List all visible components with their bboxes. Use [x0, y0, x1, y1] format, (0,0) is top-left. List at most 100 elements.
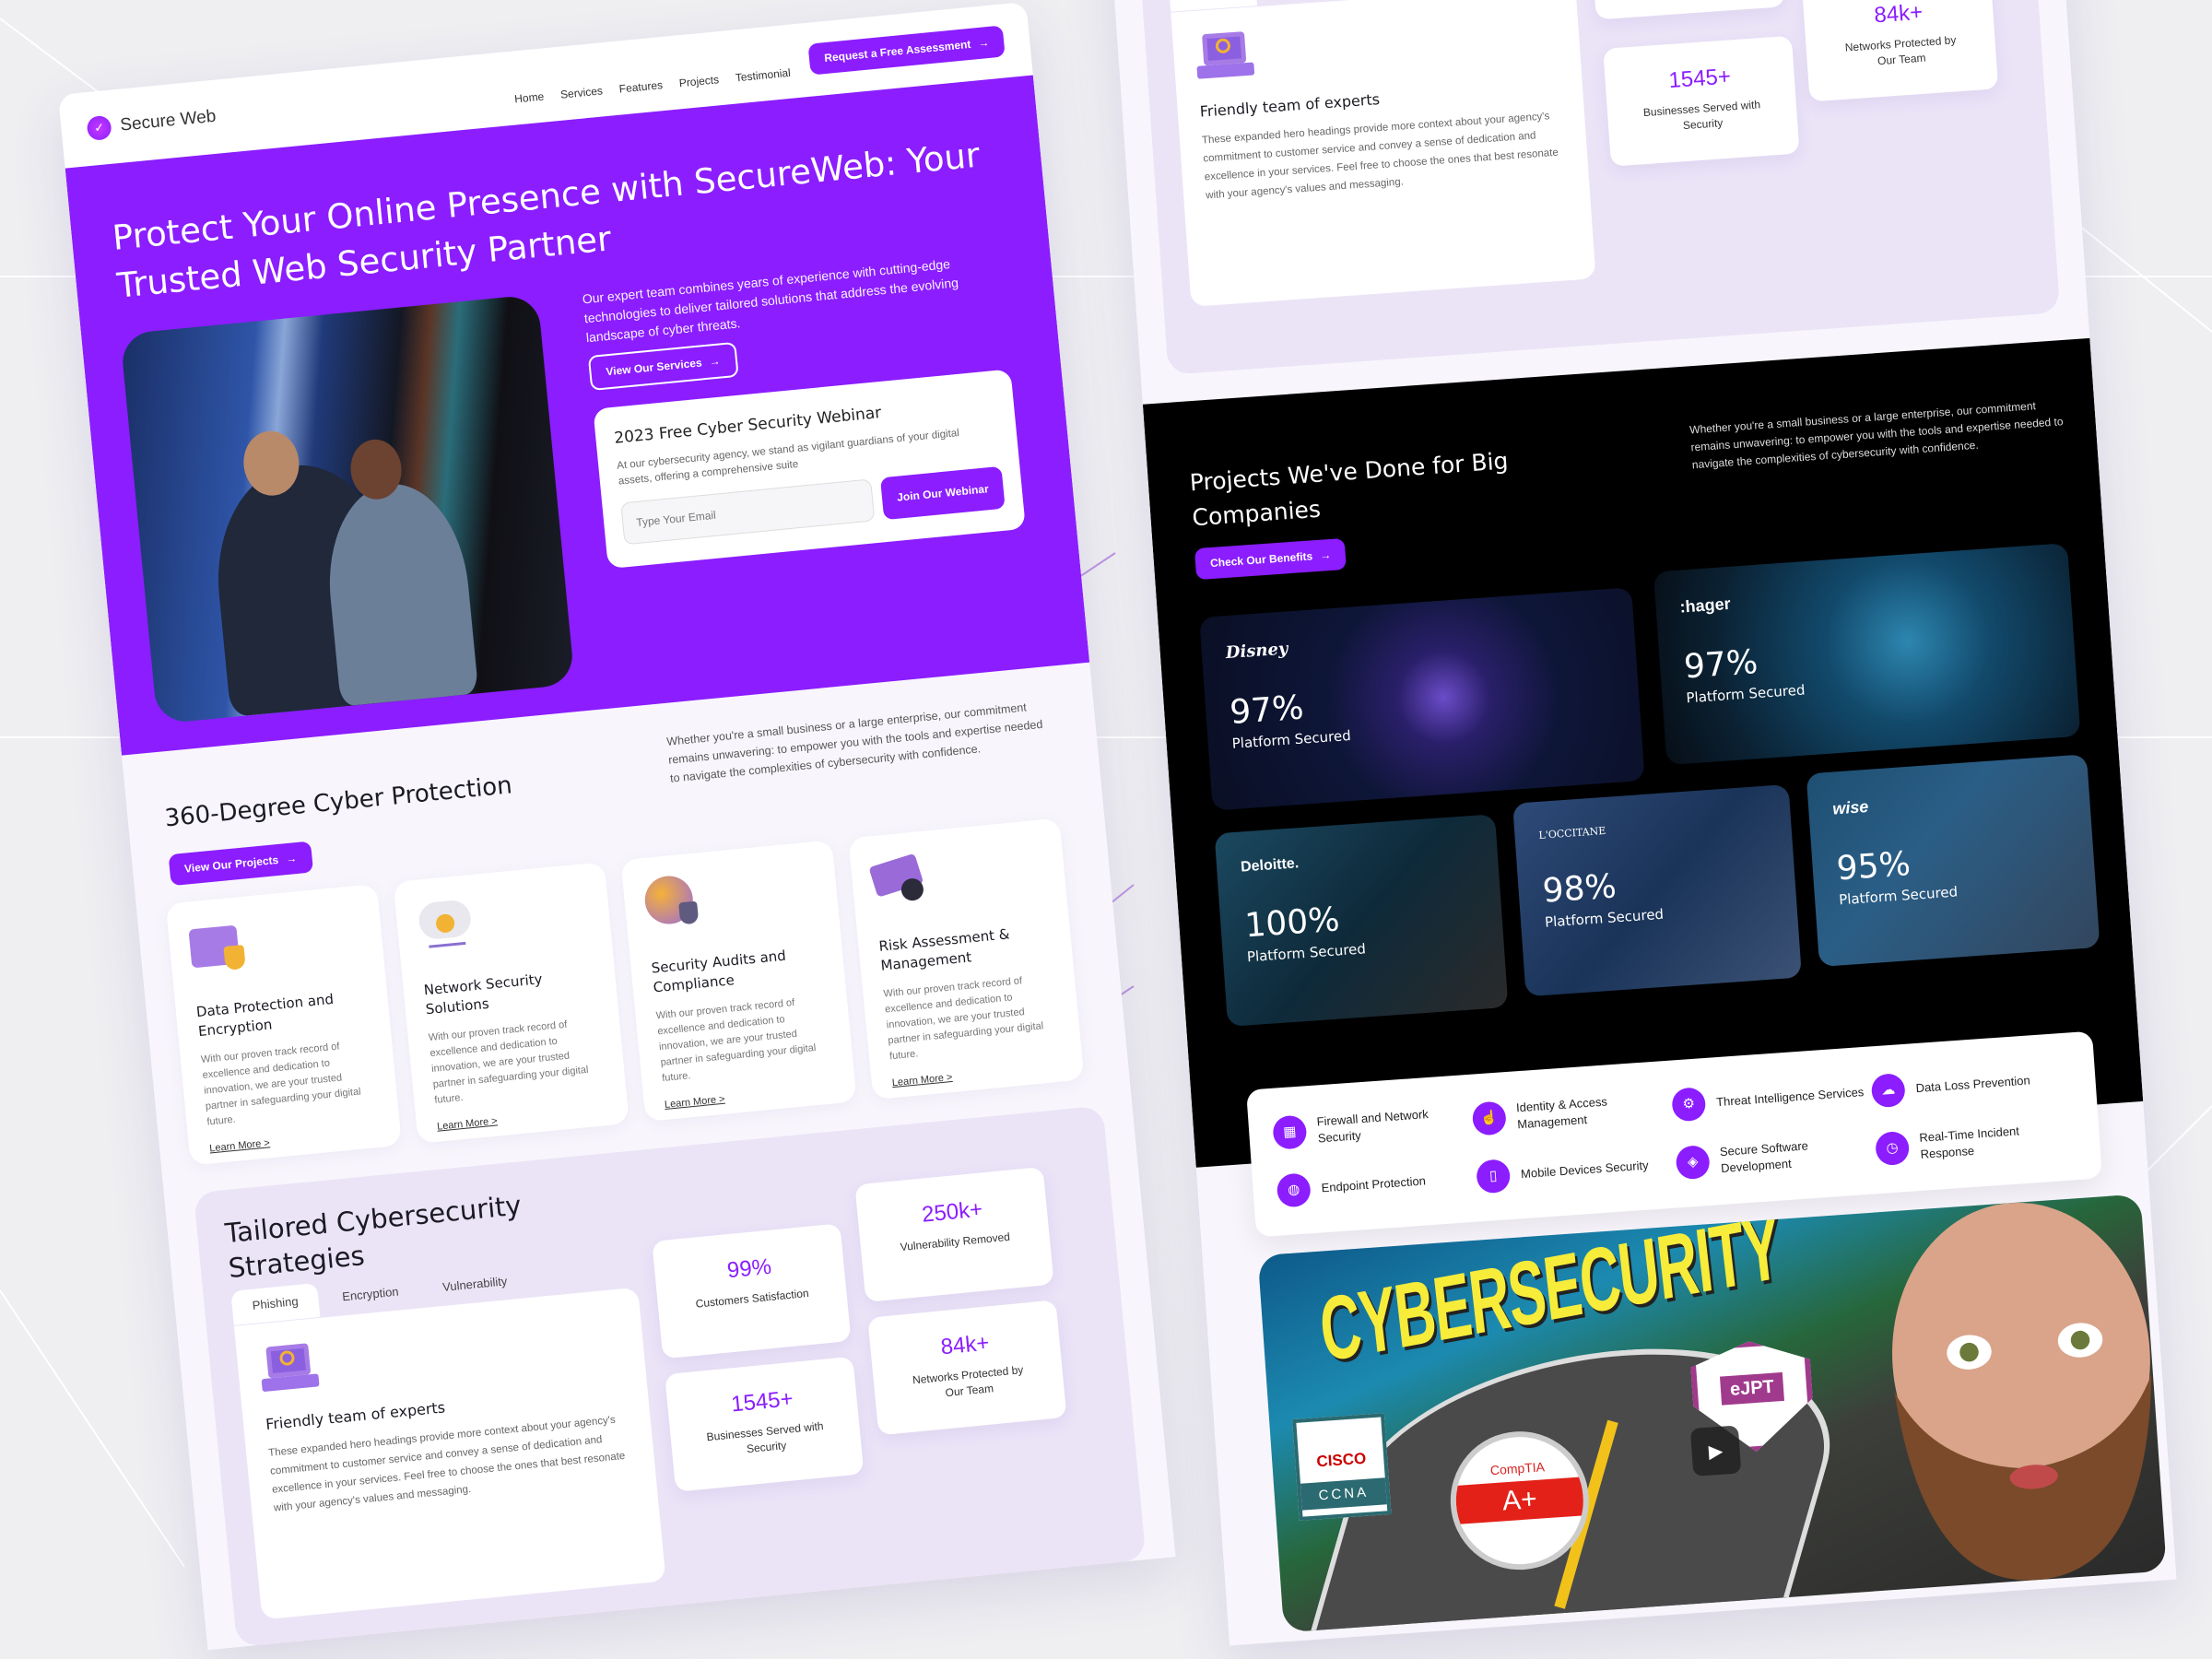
company-logo: :hager — [1678, 594, 1732, 617]
logo[interactable]: ✓ Secure Web — [86, 105, 218, 142]
tab-content-card: Friendly team of experts These expanded … — [233, 1287, 666, 1620]
learn-more-link[interactable]: Learn More > — [209, 1127, 381, 1154]
hero-image-engineers-server-room — [120, 294, 575, 724]
cloud-lock-icon — [416, 895, 476, 955]
company-logo: L'OCCITANE — [1538, 824, 1606, 841]
protection-title: 360-Degree Cyber Protection — [163, 771, 513, 833]
project-card[interactable]: L'OCCITANE 98% Platform Secured — [1512, 783, 1802, 997]
folder-shield-icon — [188, 917, 248, 977]
ejpt-text: eJPT — [1720, 1372, 1784, 1406]
nav-home[interactable]: Home — [514, 90, 545, 106]
feature-item: ◈ Secure Software Development — [1675, 1128, 1877, 1183]
feature-item: ◷ Real-Time Incident Response — [1874, 1114, 2077, 1170]
arrow-right-icon: → — [285, 852, 298, 866]
project-card[interactable]: :hager 97% Platform Secured — [1653, 543, 2081, 766]
service-card-text: With our proven track record of excellen… — [428, 1018, 589, 1106]
nav-testimonial[interactable]: Testimonial — [735, 66, 791, 85]
view-services-label: View Our Services — [605, 356, 703, 379]
service-card-text: With our proven track record of excellen… — [200, 1041, 362, 1128]
projects-title: Projects We've Done for Big Companies — [1188, 447, 1510, 532]
check-benefits-label: Check Our Benefits — [1209, 549, 1313, 571]
service-card-text: With our proven track record of excellen… — [655, 996, 817, 1085]
nav-services[interactable]: Services — [559, 84, 603, 100]
service-card-title: Network Security Solutions — [423, 971, 544, 1018]
arrow-right-icon: → — [977, 35, 990, 51]
stat-label: Networks Protected by Our Team — [912, 1363, 1024, 1400]
stat-card: 84k+ Networks Protected by Our Team — [867, 1300, 1067, 1436]
play-icon[interactable]: ▶ — [1689, 1425, 1742, 1477]
fingerprint-icon: ☝ — [1471, 1100, 1508, 1136]
tab-card-text: These expanded hero headings provide mor… — [1201, 111, 1559, 202]
stat-card: 1545+ Businesses Served with Security — [1603, 35, 1800, 167]
view-services-button[interactable]: View Our Services → — [587, 341, 739, 392]
stat-card: 99%Customers Satisfaction — [652, 1223, 852, 1359]
laptop-icon — [1194, 31, 1255, 83]
tailored-section: Tailored Cybersecurity Strategies Phishi… — [193, 1105, 1147, 1648]
threat-lock-icon: ⚙ — [1671, 1086, 1707, 1123]
stat-label: Networks Protected by Our Team — [1844, 33, 1957, 68]
service-card: Risk Assessment & Management With our pr… — [848, 818, 1085, 1100]
projects-description: Whether you're a small business or a lar… — [1688, 399, 2064, 472]
feature-item: ⚙ Threat Intelligence Services — [1671, 1070, 1874, 1125]
learn-more-link[interactable]: Learn More > — [664, 1083, 835, 1111]
brand-name: Secure Web — [119, 106, 218, 135]
nav-links: Home Services Features Projects Testimon… — [514, 66, 792, 106]
globe-shield-icon — [642, 873, 702, 933]
service-card: Data Protection and Encryption With our … — [165, 883, 402, 1166]
video-thumbnail[interactable]: CYBERSECURITY CISCO CCNA CompTIA A+ eJPT ▶ — [1257, 1194, 2167, 1633]
request-assessment-label: Request a Free Assessment — [823, 37, 971, 65]
feature-item: ▯ Mobile Devices Security — [1475, 1142, 1678, 1197]
project-card[interactable]: Deloitte. 100% Platform Secured — [1214, 814, 1509, 1027]
service-card-title: Risk Assessment & Management — [877, 925, 1011, 974]
nav-features[interactable]: Features — [618, 78, 663, 95]
feature-item: ◍ Endpoint Protection — [1276, 1157, 1478, 1212]
stat-card: 250k+ Vulnerability Removed — [854, 1166, 1054, 1303]
project-card[interactable]: Disney 97% Platform Secured — [1199, 587, 1645, 811]
learn-more-link[interactable]: Learn More > — [437, 1105, 608, 1132]
comptia-text: CompTIA — [1489, 1459, 1546, 1478]
feature-label: Data Loss Prevention — [1915, 1072, 2031, 1095]
stat-card: 84k+ Networks Protected by Our Team — [1801, 0, 1999, 102]
hero-section: Protect Your Online Presence with Secure… — [65, 75, 1090, 756]
company-logo: Deloitte. — [1240, 855, 1300, 876]
feature-label: Real-Time Incident Response — [1918, 1123, 2020, 1161]
ccna-text: CCNA — [1300, 1477, 1387, 1511]
clock-check-icon: ◷ — [1874, 1130, 1911, 1166]
cisco-text: CISCO — [1315, 1449, 1367, 1471]
service-card: Security Audits and Compliance With our … — [620, 840, 857, 1123]
feature-label: Endpoint Protection — [1321, 1172, 1427, 1194]
laptop-icon — [258, 1342, 320, 1395]
firewall-icon: ▦ — [1272, 1113, 1308, 1150]
project-card[interactable]: wise 95% Platform Secured — [1806, 754, 2100, 968]
company-logo: Disney — [1225, 639, 1289, 664]
email-input[interactable] — [620, 478, 876, 546]
feature-label: Firewall and Network Security — [1316, 1106, 1430, 1145]
globe-network-icon: ◍ — [1276, 1171, 1312, 1208]
presenter-face — [1892, 1202, 2152, 1581]
stat-card: 99%Customers Satisfaction — [1588, 0, 1785, 20]
tailored-title: Tailored Cybersecurity Strategies — [223, 1189, 524, 1285]
request-assessment-button[interactable]: Request a Free Assessment → — [807, 25, 1006, 76]
tab-content-card: Friendly team of experts These expanded … — [1171, 0, 1596, 307]
shield-code-icon: ◈ — [1675, 1144, 1711, 1180]
mobile-check-icon: ▯ — [1475, 1158, 1512, 1194]
service-card-text: With our proven track record of excellen… — [883, 975, 1044, 1063]
arrow-right-icon: → — [708, 354, 722, 369]
feature-label: Identity & Access Management — [1515, 1093, 1608, 1131]
check-benefits-button[interactable]: Check Our Benefits → — [1194, 537, 1347, 581]
stat-card: 1545+ Businesses Served with Security — [665, 1356, 865, 1492]
feature-label: Secure Software Development — [1719, 1137, 1809, 1175]
learn-more-link[interactable]: Learn More > — [891, 1061, 1063, 1088]
feature-item: ☁ Data Loss Prevention — [1870, 1056, 2073, 1112]
landing-page-right: Phishing Encryption Vulnerability Friend… — [1111, 0, 2177, 1646]
shield-check-icon: ✓ — [86, 114, 112, 142]
join-webinar-button[interactable]: Join Our Webinar — [880, 465, 1006, 521]
stat-label: Businesses Served with Security — [1642, 98, 1761, 133]
feature-label: Mobile Devices Security — [1520, 1158, 1649, 1181]
card-lock-icon — [868, 852, 930, 912]
view-projects-button[interactable]: View Our Projects → — [168, 841, 313, 887]
protection-section: 360-Degree Cyber Protection Whether you'… — [122, 663, 1132, 1196]
nav-projects[interactable]: Projects — [678, 73, 720, 89]
protection-description: Whether you're a small business or a lar… — [665, 700, 1043, 785]
landing-page-left: ✓ Secure Web Home Services Features Proj… — [58, 1, 1176, 1651]
